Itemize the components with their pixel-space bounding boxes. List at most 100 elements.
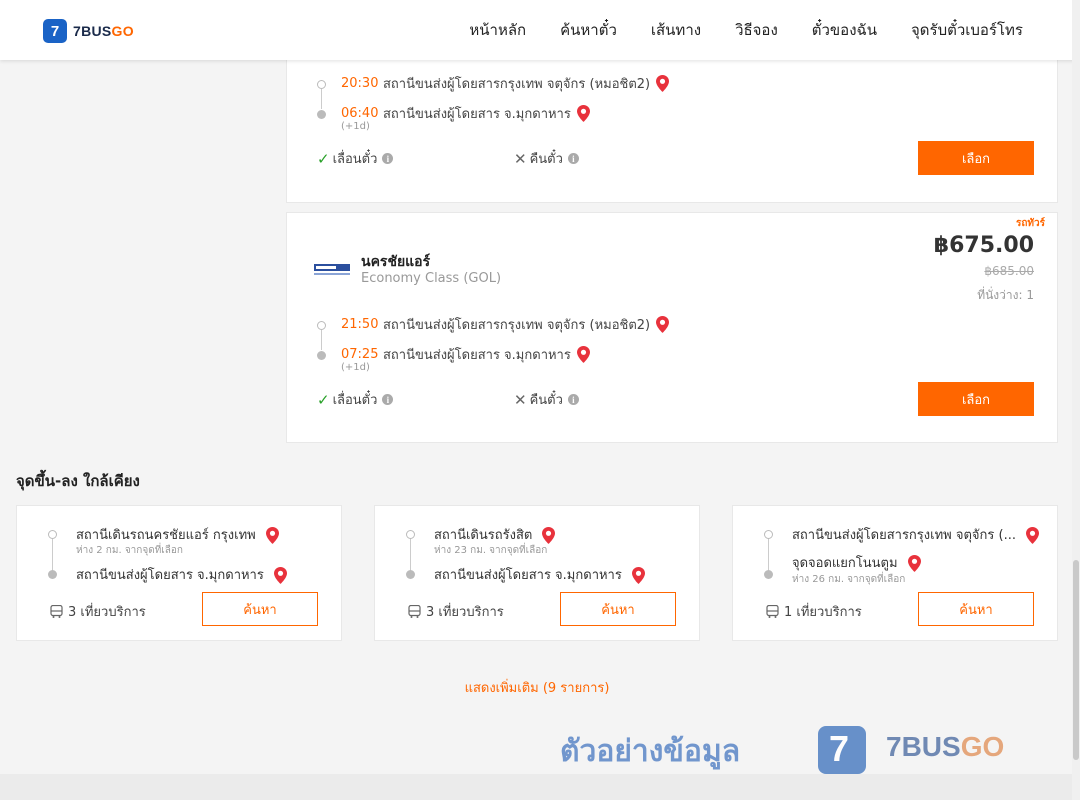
original-price: ฿685.00 bbox=[984, 264, 1034, 278]
next-day-label: (+1d) bbox=[341, 362, 370, 373]
depart-row: 20:30 สถานีขนส่งผู้โดยสารกรุงเทพ จตุจักร… bbox=[341, 73, 670, 94]
nearby-to-label: สถานีขนส่งผู้โดยสาร จ.มุกดาหาร bbox=[434, 568, 622, 583]
nearby-services: 1 เที่ยวบริการ bbox=[766, 601, 862, 622]
select-trip-button[interactable]: เลือก bbox=[918, 382, 1034, 416]
nearby-to: สถานีขนส่งผู้โดยสาร จ.มุกดาหาร bbox=[434, 564, 645, 585]
timeline-line bbox=[321, 89, 322, 109]
nearby-services: 3 เที่ยวบริการ bbox=[408, 601, 504, 622]
nearby-from-distance: ห่าง 23 กม. จากจุดที่เลือก bbox=[434, 545, 548, 556]
depart-stop: สถานีขนส่งผู้โดยสารกรุงเทพ จตุจักร (หมอช… bbox=[383, 77, 651, 92]
watermark-brand-part1: 7BUS bbox=[886, 731, 961, 762]
watermark-logo-icon: 7 bbox=[818, 726, 866, 774]
arrive-time: 06:40 bbox=[341, 106, 379, 121]
nearby-from: สถานีเดินรถรังสิต bbox=[434, 524, 556, 545]
services-count: 1 เที่ยวบริการ bbox=[784, 605, 862, 620]
nav-pickup-points[interactable]: จุดรับตั๋วเบอร์โทร bbox=[911, 18, 1023, 42]
timeline-line bbox=[410, 536, 411, 574]
nav-my-tickets[interactable]: ตั๋วของฉัน bbox=[812, 18, 877, 42]
next-day-label: (+1d) bbox=[341, 121, 370, 132]
refund-policy: ✕ คืนตั๋ว i bbox=[514, 148, 579, 169]
search-button[interactable]: ค้นหา bbox=[560, 592, 676, 626]
watermark-logo-badge: 7 bbox=[829, 728, 850, 769]
watermark-brand-part2: GO bbox=[960, 731, 1005, 762]
arrive-stop: สถานีขนส่งผู้โดยสาร จ.มุกดาหาร bbox=[383, 348, 571, 363]
nearby-section-title: จุดขึ้น-ลง ใกล้เคียง bbox=[16, 472, 140, 490]
cross-icon: ✕ bbox=[514, 149, 527, 168]
from-dot-icon bbox=[406, 530, 415, 539]
nearby-from-label: สถานีขนส่งผู้โดยสารกรุงเทพ จตุจักร (... bbox=[792, 528, 1016, 543]
sample-watermark-text: ตัวอย่างข้อมูล bbox=[560, 734, 741, 769]
arrive-time: 07:25 bbox=[341, 347, 379, 362]
map-pin-icon[interactable] bbox=[576, 105, 590, 122]
reschedule-policy: ✓ เลื่อนตั๋ว i bbox=[317, 148, 394, 169]
show-more-link[interactable]: แสดงเพิ่มเติม (9 รายการ) bbox=[0, 677, 1074, 698]
page-scrollbar[interactable] bbox=[1072, 0, 1080, 800]
nearby-to-label: สถานีขนส่งผู้โดยสาร จ.มุกดาหาร bbox=[76, 568, 264, 583]
services-count: 3 เที่ยวบริการ bbox=[68, 605, 146, 620]
footer-bar bbox=[0, 774, 1072, 800]
scrollbar-thumb[interactable] bbox=[1073, 560, 1079, 760]
arrive-stop: สถานีขนส่งผู้โดยสาร จ.มุกดาหาร bbox=[383, 107, 571, 122]
arrive-row: 07:25 สถานีขนส่งผู้โดยสาร จ.มุกดาหาร bbox=[341, 344, 590, 365]
map-pin-icon[interactable] bbox=[631, 567, 645, 584]
trip-card: 20:30 สถานีขนส่งผู้โดยสารกรุงเทพ จตุจักร… bbox=[286, 48, 1058, 203]
nearby-to-distance: ห่าง 26 กม. จากจุดที่เลือก bbox=[792, 574, 906, 585]
refund-label: คืนตั๋ว bbox=[529, 152, 563, 167]
info-icon[interactable]: i bbox=[567, 153, 579, 164]
logo-wordmark-part1: 7BUS bbox=[73, 23, 112, 39]
search-button[interactable]: ค้นหา bbox=[918, 592, 1034, 626]
timeline-line bbox=[321, 330, 322, 350]
services-count: 3 เที่ยวบริการ bbox=[426, 605, 504, 620]
select-trip-button[interactable]: เลือก bbox=[918, 141, 1034, 175]
nearby-route-card: สถานีขนส่งผู้โดยสารกรุงเทพ จตุจักร (... … bbox=[732, 505, 1058, 641]
check-icon: ✓ bbox=[317, 149, 330, 168]
nav-routes[interactable]: เส้นทาง bbox=[651, 18, 701, 42]
map-pin-icon[interactable] bbox=[656, 316, 670, 333]
depart-dot-icon bbox=[317, 321, 326, 330]
watermark-brand: 7BUSGO bbox=[886, 731, 1004, 763]
nearby-from-distance: ห่าง 2 กม. จากจุดที่เลือก bbox=[76, 545, 183, 556]
map-pin-icon[interactable] bbox=[273, 567, 287, 584]
to-dot-icon bbox=[48, 570, 57, 579]
map-pin-icon[interactable] bbox=[1026, 527, 1040, 544]
promo-badge: รถทัวร์ bbox=[1015, 218, 1045, 229]
reschedule-policy: ✓ เลื่อนตั๋ว i bbox=[317, 389, 394, 410]
cross-icon: ✕ bbox=[514, 390, 527, 409]
reschedule-label: เลื่อนตั๋ว bbox=[332, 393, 378, 408]
from-dot-icon bbox=[764, 530, 773, 539]
nearby-to: จุดจอดแยกโนนตูม bbox=[792, 552, 921, 573]
map-pin-icon[interactable] bbox=[265, 527, 279, 544]
nearby-to-label: จุดจอดแยกโนนตูม bbox=[792, 556, 898, 571]
check-icon: ✓ bbox=[317, 390, 330, 409]
nav-how-to-book[interactable]: วิธีจอง bbox=[735, 18, 778, 42]
bus-class: Economy Class (GOL) bbox=[361, 271, 502, 286]
map-pin-icon[interactable] bbox=[907, 555, 921, 572]
to-dot-icon bbox=[764, 570, 773, 579]
map-pin-icon[interactable] bbox=[576, 346, 590, 363]
info-icon[interactable]: i bbox=[382, 394, 394, 405]
info-icon[interactable]: i bbox=[567, 394, 579, 405]
depart-row: 21:50 สถานีขนส่งผู้โดยสารกรุงเทพ จตุจักร… bbox=[341, 314, 670, 335]
trip-card: รถทัวร์ นครชัยแอร์ Economy Class (GOL) ฿… bbox=[286, 212, 1058, 443]
reschedule-label: เลื่อนตั๋ว bbox=[332, 152, 378, 167]
operator-name: นครชัยแอร์ bbox=[361, 254, 431, 270]
map-pin-icon[interactable] bbox=[542, 527, 556, 544]
depart-time: 20:30 bbox=[341, 76, 379, 91]
info-icon[interactable]: i bbox=[382, 153, 394, 164]
logo-badge-icon: 7 bbox=[43, 19, 67, 43]
trip-timeline: 21:50 สถานีขนส่งผู้โดยสารกรุงเทพ จตุจักร… bbox=[317, 314, 747, 384]
search-button[interactable]: ค้นหา bbox=[202, 592, 318, 626]
nav-search-tickets[interactable]: ค้นหาตั๋ว bbox=[560, 18, 617, 42]
map-pin-icon[interactable] bbox=[656, 75, 670, 92]
arrive-dot-icon bbox=[317, 351, 326, 360]
timeline-line bbox=[52, 536, 53, 574]
main-nav: หน้าหลัก ค้นหาตั๋ว เส้นทาง วิธีจอง ตั๋วข… bbox=[435, 0, 1023, 60]
depart-time: 21:50 bbox=[341, 317, 379, 332]
nearby-to: สถานีขนส่งผู้โดยสาร จ.มุกดาหาร bbox=[76, 564, 287, 585]
nearby-route-card: สถานีเดินรถนครชัยแอร์ กรุงเทพ ห่าง 2 กม.… bbox=[16, 505, 342, 641]
refund-policy: ✕ คืนตั๋ว i bbox=[514, 389, 579, 410]
nav-home[interactable]: หน้าหลัก bbox=[469, 18, 526, 42]
site-logo[interactable]: 7 7BUSGO bbox=[43, 19, 134, 43]
arrive-dot-icon bbox=[317, 110, 326, 119]
depart-stop: สถานีขนส่งผู้โดยสารกรุงเทพ จตุจักร (หมอช… bbox=[383, 318, 651, 333]
